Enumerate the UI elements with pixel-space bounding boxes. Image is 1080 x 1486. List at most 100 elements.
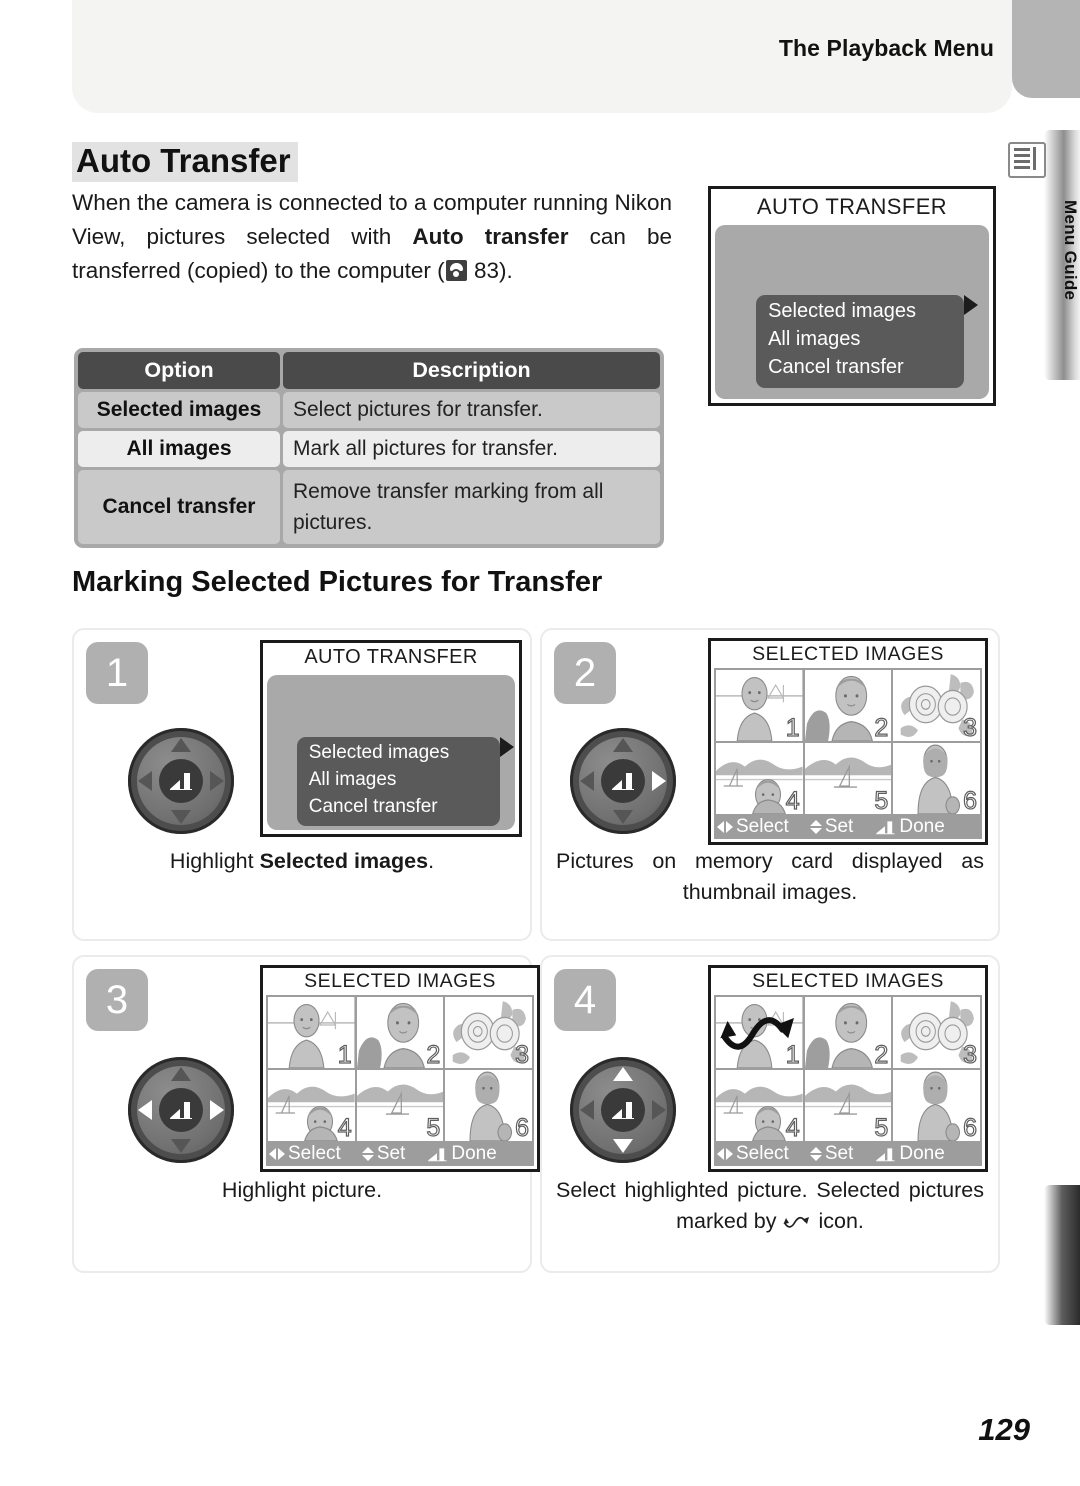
table-cell-option: Cancel transfer bbox=[78, 470, 280, 544]
thumbnail-number: 5 bbox=[426, 1113, 441, 1141]
step4-thumbnail-screen: SELECTED IMAGES 1 2 3 4 5 6 Select Set D… bbox=[708, 965, 988, 1172]
up-down-arrows-icon bbox=[361, 1146, 374, 1161]
table-cell-description: Mark all pictures for transfer. bbox=[283, 431, 660, 467]
dpad-up-arrow-icon[interactable] bbox=[613, 1067, 633, 1081]
dpad-right-arrow-icon[interactable] bbox=[652, 771, 666, 791]
table-row: Selected images Select pictures for tran… bbox=[78, 392, 660, 428]
lcd-menu-list: Selected images All images Cancel transf… bbox=[296, 737, 515, 827]
page-reference-icon bbox=[445, 260, 467, 281]
dpad-center-enter-button[interactable] bbox=[159, 1088, 203, 1132]
multi-selector-dpad[interactable] bbox=[570, 728, 676, 834]
thumbnail-number: 2 bbox=[874, 1040, 889, 1068]
step-panel-2: 2 SELECTED IMAGES 1 2 3 4 5 6 Select Set… bbox=[540, 628, 1000, 941]
step3-thumbnail-screen: SELECTED IMAGES 1 2 3 4 5 6 Select Set D… bbox=[260, 965, 540, 1172]
dpad-up-arrow-icon[interactable] bbox=[171, 738, 191, 752]
dpad-down-arrow-icon[interactable] bbox=[613, 810, 633, 824]
dpad-left-arrow-icon[interactable] bbox=[580, 1100, 594, 1120]
dpad-right-arrow-icon[interactable] bbox=[652, 1100, 666, 1120]
thumbnail-cell[interactable]: 1 bbox=[716, 997, 803, 1068]
dpad-left-arrow-icon[interactable] bbox=[138, 771, 152, 791]
step-number-badge: 4 bbox=[554, 969, 616, 1031]
lcd-title: AUTO TRANSFER bbox=[756, 194, 948, 219]
thumbnail-cell[interactable]: 3 bbox=[893, 997, 980, 1068]
thumbnail-cell[interactable]: 3 bbox=[445, 997, 532, 1068]
hint-label: Set bbox=[824, 1142, 854, 1164]
thumbnail-cell[interactable]: 6 bbox=[893, 743, 980, 814]
thumbnail-cell[interactable]: 2 bbox=[804, 670, 892, 741]
hint-done: Done bbox=[425, 1142, 497, 1165]
thumbnail-cell[interactable]: 5 bbox=[356, 1070, 444, 1141]
table-header-description: Description bbox=[283, 352, 660, 389]
thumbnail-grid: 1 2 3 4 5 6 bbox=[714, 995, 982, 1143]
thumbnail-grid: 1 2 3 4 5 6 bbox=[266, 995, 534, 1143]
multi-selector-dpad[interactable] bbox=[128, 1057, 234, 1163]
dpad-right-arrow-icon[interactable] bbox=[210, 771, 224, 791]
thumbnail-cell[interactable]: 1 bbox=[716, 670, 803, 741]
dpad-up-arrow-icon[interactable] bbox=[171, 1067, 191, 1081]
dpad-center-enter-button[interactable] bbox=[601, 1088, 645, 1132]
hint-set: Set bbox=[809, 816, 853, 838]
lcd-menu-item-label: All images bbox=[768, 327, 861, 350]
table-cell-option: All images bbox=[78, 431, 280, 467]
step-caption-text-pre: Select highlighted picture. Selected pic… bbox=[556, 1178, 984, 1233]
up-down-arrows-icon bbox=[809, 819, 822, 834]
thumbnail-cell[interactable]: 6 bbox=[893, 1070, 980, 1141]
enter-arrow-icon bbox=[612, 773, 634, 790]
hint-select: Select bbox=[716, 1143, 789, 1165]
dpad-center-enter-button[interactable] bbox=[601, 759, 645, 803]
hint-select: Select bbox=[268, 1143, 341, 1165]
thumbnail-cell[interactable]: 4 bbox=[716, 1070, 803, 1141]
lcd-title: AUTO TRANSFER bbox=[304, 646, 478, 668]
hint-label: Select bbox=[288, 1142, 341, 1164]
multi-selector-dpad[interactable] bbox=[570, 1057, 676, 1163]
dpad-down-arrow-icon[interactable] bbox=[613, 1139, 633, 1153]
table-cell-option: Selected images bbox=[78, 392, 280, 428]
multi-selector-dpad[interactable] bbox=[128, 728, 234, 834]
dpad-up-arrow-icon[interactable] bbox=[613, 738, 633, 752]
thumbnail-cell[interactable]: 2 bbox=[804, 997, 892, 1068]
dpad-down-arrow-icon[interactable] bbox=[171, 1139, 191, 1153]
up-down-arrows-icon bbox=[809, 1146, 822, 1161]
screen-hint-bar: Select Set Done bbox=[266, 1141, 534, 1166]
hint-label: Done bbox=[451, 1142, 497, 1164]
lcd-body: Selected images All images Cancel transf… bbox=[715, 225, 989, 399]
step-panel-3: 3 SELECTED IMAGES 1 2 3 4 5 6 Select Set… bbox=[72, 955, 540, 1273]
thumbnail-cell[interactable]: 2 bbox=[356, 997, 444, 1068]
intro-ref-page: 83 bbox=[473, 258, 499, 283]
enter-arrow-icon bbox=[612, 1102, 634, 1119]
dpad-left-arrow-icon[interactable] bbox=[138, 1100, 152, 1120]
step-caption-bold: Selected images bbox=[259, 849, 429, 873]
lcd-menu-item-label: Cancel transfer bbox=[308, 796, 438, 818]
thumbnail-grid: 1 2 3 4 5 6 bbox=[714, 668, 982, 816]
procedure-heading: Marking Selected Pictures for Transfer bbox=[72, 566, 603, 598]
hint-label: Done bbox=[899, 1142, 945, 1164]
menu-list-icon bbox=[1008, 142, 1046, 178]
enter-arrow-icon bbox=[170, 773, 192, 790]
dpad-center-enter-button[interactable] bbox=[159, 759, 203, 803]
thumbnail-number: 3 bbox=[962, 713, 977, 741]
hint-label: Select bbox=[736, 1142, 789, 1164]
lcd-title: SELECTED IMAGES bbox=[752, 970, 944, 992]
transfer-mark-icon bbox=[783, 1216, 810, 1228]
hint-label: Select bbox=[736, 815, 789, 837]
thumbnail-number: 6 bbox=[962, 1113, 977, 1141]
thumbnail-cell[interactable]: 5 bbox=[804, 1070, 892, 1141]
step2-thumbnail-screen: SELECTED IMAGES 1 2 3 4 5 6 Select Set D… bbox=[708, 638, 988, 845]
thumbnail-cell[interactable]: 5 bbox=[804, 743, 892, 814]
step-caption: Select highlighted picture. Selected pic… bbox=[556, 1175, 984, 1237]
lcd-title: SELECTED IMAGES bbox=[752, 643, 944, 665]
thumbnail-cell[interactable]: 4 bbox=[268, 1070, 355, 1141]
thumbnail-cell[interactable]: 1 bbox=[268, 997, 355, 1068]
thumbnail-number: 3 bbox=[962, 1040, 977, 1068]
thumbnail-number: 6 bbox=[962, 786, 977, 814]
thumbnail-cell[interactable]: 6 bbox=[445, 1070, 532, 1141]
dpad-right-arrow-icon[interactable] bbox=[210, 1100, 224, 1120]
dpad-left-arrow-icon[interactable] bbox=[580, 771, 594, 791]
hint-label: Set bbox=[376, 1142, 406, 1164]
dpad-down-arrow-icon[interactable] bbox=[171, 810, 191, 824]
thumbnail-cell[interactable]: 4 bbox=[716, 743, 803, 814]
page-header-title: The Playback Menu bbox=[778, 35, 994, 61]
thumbnail-cell[interactable]: 3 bbox=[893, 670, 980, 741]
step1-screen-illustration: AUTO TRANSFER Selected images All images… bbox=[260, 640, 522, 837]
side-tab-label: Menu Guide bbox=[1061, 200, 1080, 301]
